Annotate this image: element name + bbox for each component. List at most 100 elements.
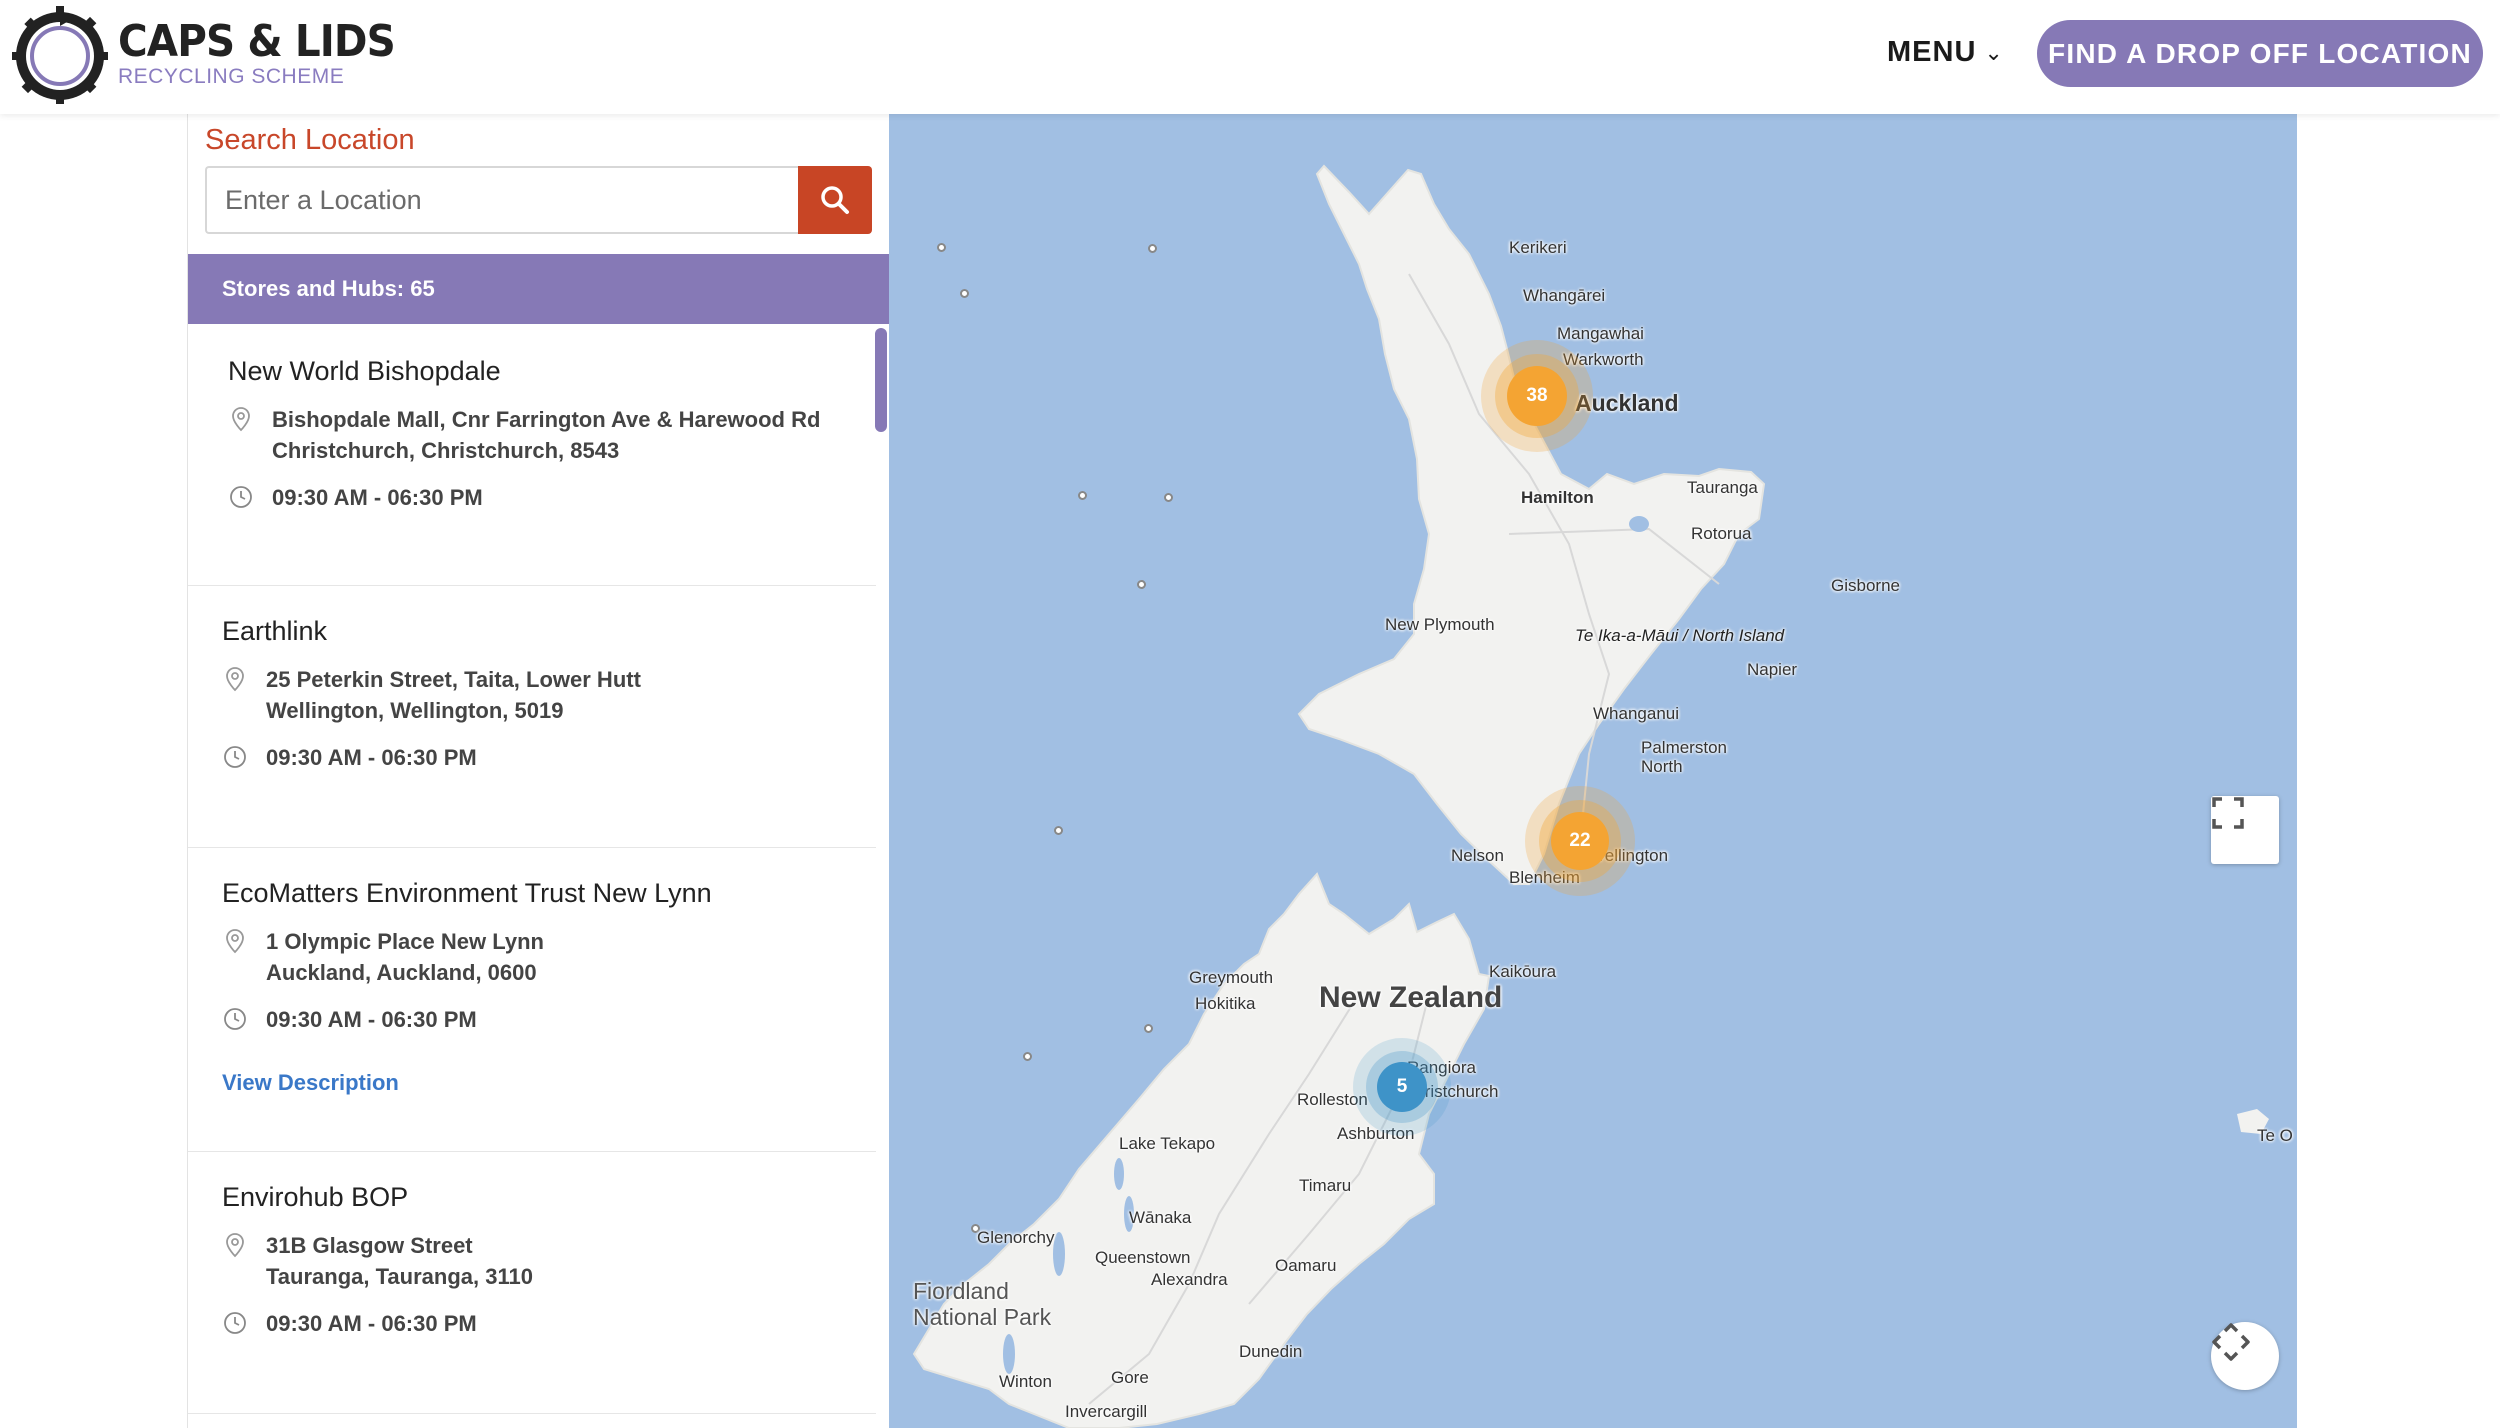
place-label: Napier bbox=[1747, 660, 1798, 679]
hours-text: 09:30 AM - 06:30 PM bbox=[266, 745, 477, 770]
clock-icon bbox=[224, 746, 246, 768]
store-name: New World Bishopdale bbox=[228, 356, 501, 386]
store-hours: 09:30 AM - 06:30 PM bbox=[222, 1004, 477, 1035]
location-pin-icon bbox=[226, 667, 244, 692]
cluster-count: 38 bbox=[1526, 385, 1548, 406]
stores-and-hubs-count: Stores and Hubs: 65 bbox=[188, 254, 890, 324]
menu-label: MENU bbox=[1887, 36, 1977, 68]
map-cluster-auckland[interactable]: 38 bbox=[1481, 340, 1593, 452]
cluster-count: 22 bbox=[1569, 830, 1591, 851]
pan-control-button[interactable] bbox=[2211, 1322, 2279, 1390]
place-label: Timaru bbox=[1299, 1176, 1352, 1195]
place-label: Queenstown bbox=[1095, 1248, 1191, 1267]
store-name: Envirohub BOP bbox=[222, 1182, 409, 1212]
town-marker bbox=[1054, 826, 1063, 835]
hours-text: 09:30 AM - 06:30 PM bbox=[266, 1311, 477, 1336]
cluster-count: 5 bbox=[1396, 1076, 1408, 1097]
place-label: Gore bbox=[1111, 1368, 1149, 1387]
hours-text: 09:30 AM - 06:30 PM bbox=[272, 485, 483, 510]
store-address: 1 Olympic Place New Lynn Auckland, Auckla… bbox=[222, 926, 544, 988]
place-label: Wānaka bbox=[1129, 1208, 1192, 1227]
place-label: Mangawhai bbox=[1557, 324, 1644, 343]
chevron-down-icon: ⌄ bbox=[1984, 39, 2004, 65]
move-arrows-icon bbox=[2212, 1323, 2250, 1361]
store-list[interactable]: New World Bishopdale Bishopdale Mall, Cn… bbox=[188, 324, 890, 1428]
store-address: Bishopdale Mall, Cnr Farrington Ave & Ha… bbox=[228, 404, 820, 466]
address-line-2: Auckland, Auckland, 0600 bbox=[266, 960, 537, 985]
fullscreen-icon bbox=[2212, 797, 2244, 829]
town-marker bbox=[1164, 493, 1173, 502]
map-cluster-wellington[interactable]: 22 bbox=[1525, 786, 1635, 896]
town-marker bbox=[1137, 580, 1146, 589]
clock-icon bbox=[224, 1008, 246, 1030]
fullscreen-button[interactable] bbox=[2211, 796, 2279, 864]
place-label: Nelson bbox=[1451, 846, 1504, 865]
place-label: Te O bbox=[2257, 1126, 2293, 1145]
store-list-item[interactable]: New World Bishopdale Bishopdale Mall, Cn… bbox=[188, 324, 876, 586]
town-marker bbox=[1148, 244, 1157, 253]
address-line-1: 1 Olympic Place New Lynn bbox=[266, 929, 544, 954]
place-label: Lake Tekapo bbox=[1119, 1134, 1216, 1153]
find-drop-off-location-button[interactable]: FIND A DROP OFF LOCATION bbox=[2037, 20, 2483, 87]
town-marker bbox=[1023, 1052, 1032, 1061]
address-line-2: Wellington, Wellington, 5019 bbox=[266, 698, 564, 723]
country-label: New Zealand bbox=[1319, 981, 1503, 1014]
store-hours: 09:30 AM - 06:30 PM bbox=[228, 482, 483, 513]
town-marker bbox=[960, 289, 969, 298]
place-label: Oamaru bbox=[1275, 1256, 1337, 1275]
place-label: Kerikeri bbox=[1509, 238, 1567, 257]
location-pin-icon bbox=[226, 929, 244, 954]
search-location-label: Search Location bbox=[205, 124, 415, 156]
logo-subtitle: RECYCLING SCHEME bbox=[118, 65, 345, 88]
site-header: CAPS & LIDS RECYCLING SCHEME MENU ⌄ FIND… bbox=[0, 0, 2500, 114]
town-marker bbox=[1078, 491, 1087, 500]
recycling-gear-logo-icon bbox=[12, 6, 108, 104]
search-icon bbox=[821, 186, 849, 214]
map-view[interactable]: Kerikeri Whangārei Mangawhai Warkworth A… bbox=[889, 114, 2297, 1428]
logo-title: CAPS & LIDS bbox=[118, 16, 396, 67]
place-label: Glenorchy bbox=[977, 1228, 1055, 1247]
location-pin-icon bbox=[232, 407, 250, 432]
location-pin-icon bbox=[226, 1233, 244, 1258]
place-label: New Plymouth bbox=[1385, 615, 1495, 634]
place-label: Alexandra bbox=[1151, 1270, 1228, 1289]
place-label: Tauranga bbox=[1687, 478, 1758, 497]
place-label: Winton bbox=[999, 1372, 1052, 1391]
store-hours: 09:30 AM - 06:30 PM bbox=[222, 742, 477, 773]
search-button[interactable] bbox=[798, 166, 872, 234]
location-search-input[interactable] bbox=[205, 166, 825, 234]
place-label: Whangārei bbox=[1523, 286, 1606, 305]
place-label: Invercargill bbox=[1065, 1402, 1148, 1421]
hours-text: 09:30 AM - 06:30 PM bbox=[266, 1007, 477, 1032]
list-scrollbar[interactable] bbox=[875, 328, 887, 432]
store-locator-sidebar: Search Location Stores and Hubs: 65 New … bbox=[187, 114, 890, 1428]
place-label: Whanganui bbox=[1593, 704, 1680, 723]
clock-icon bbox=[230, 486, 252, 508]
place-label: Hamilton bbox=[1521, 488, 1594, 507]
store-list-item[interactable]: Earthlink 25 Peterkin Street, Taita, Low… bbox=[188, 586, 876, 848]
store-name: Earthlink bbox=[222, 616, 328, 646]
store-list-item[interactable]: EcoMatters Environment Trust New Lynn 1 … bbox=[188, 848, 876, 1152]
store-address: 31B Glasgow Street Tauranga, Tauranga, 31… bbox=[222, 1230, 533, 1292]
store-list-item[interactable]: Envirohub BOP 31B Glasgow Street Tauranga… bbox=[188, 1152, 876, 1414]
place-label: Dunedin bbox=[1239, 1342, 1303, 1361]
address-line-1: Bishopdale Mall, Cnr Farrington Ave & Ha… bbox=[272, 407, 821, 432]
north-island-label: Te Ika-a-Māui / North Island bbox=[1575, 626, 1785, 645]
view-description-link[interactable]: View Description bbox=[222, 1070, 399, 1096]
clock-icon bbox=[224, 1312, 246, 1334]
address-line-1: 25 Peterkin Street, Taita, Lower Hutt bbox=[266, 667, 641, 692]
new-zealand-landmass bbox=[912, 164, 2269, 1428]
town-marker bbox=[1144, 1024, 1153, 1033]
place-label: Hokitika bbox=[1195, 994, 1256, 1013]
place-label: Rotorua bbox=[1691, 524, 1752, 543]
map-cluster-christchurch[interactable]: 5 bbox=[1353, 1038, 1451, 1136]
caps-and-lids-logo[interactable]: CAPS & LIDS RECYCLING SCHEME bbox=[10, 2, 396, 106]
menu-dropdown[interactable]: MENU ⌄ bbox=[1887, 36, 2004, 69]
town-marker bbox=[937, 243, 946, 252]
place-label: Kaikōura bbox=[1489, 962, 1557, 981]
store-hours: 09:30 AM - 06:30 PM bbox=[222, 1308, 477, 1339]
address-line-2: Tauranga, Tauranga, 3110 bbox=[266, 1264, 533, 1289]
store-name: EcoMatters Environment Trust New Lynn bbox=[222, 878, 712, 908]
address-line-1: 31B Glasgow Street bbox=[266, 1233, 473, 1258]
store-address: 25 Peterkin Street, Taita, Lower Hutt Wel… bbox=[222, 664, 641, 726]
